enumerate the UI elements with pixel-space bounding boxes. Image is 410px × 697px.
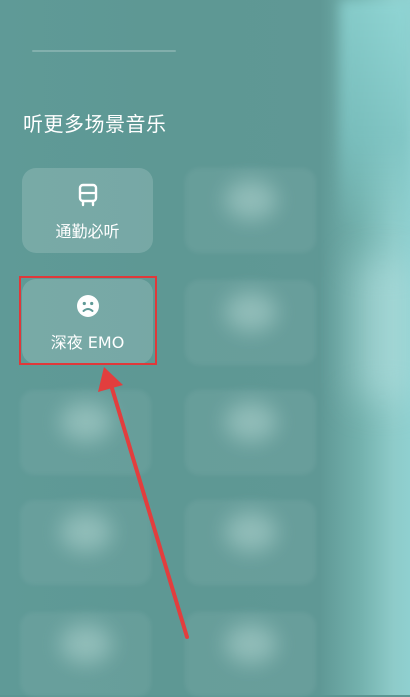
- blurred-card: [185, 612, 316, 697]
- scene-card-label: 深夜 EMO: [50, 333, 125, 352]
- blurred-card: [185, 500, 316, 585]
- background-glow-top-right: [340, 0, 410, 230]
- scene-card-late-night-emo[interactable]: 深夜 EMO: [22, 279, 153, 364]
- blurred-card: [20, 612, 151, 697]
- scene-card-label: 通勤必听: [55, 222, 120, 241]
- bus-icon: [75, 182, 101, 208]
- blurred-card: [185, 390, 316, 475]
- scene-card-commute[interactable]: 通勤必听: [22, 168, 153, 253]
- blurred-card: [185, 168, 316, 253]
- top-divider: [32, 50, 176, 52]
- section-title: 听更多场景音乐: [23, 112, 167, 136]
- background-glow-right: [355, 260, 410, 400]
- sad-face-icon: [75, 293, 101, 319]
- blurred-card: [185, 280, 316, 365]
- blurred-card: [20, 390, 151, 475]
- blurred-card: [20, 500, 151, 585]
